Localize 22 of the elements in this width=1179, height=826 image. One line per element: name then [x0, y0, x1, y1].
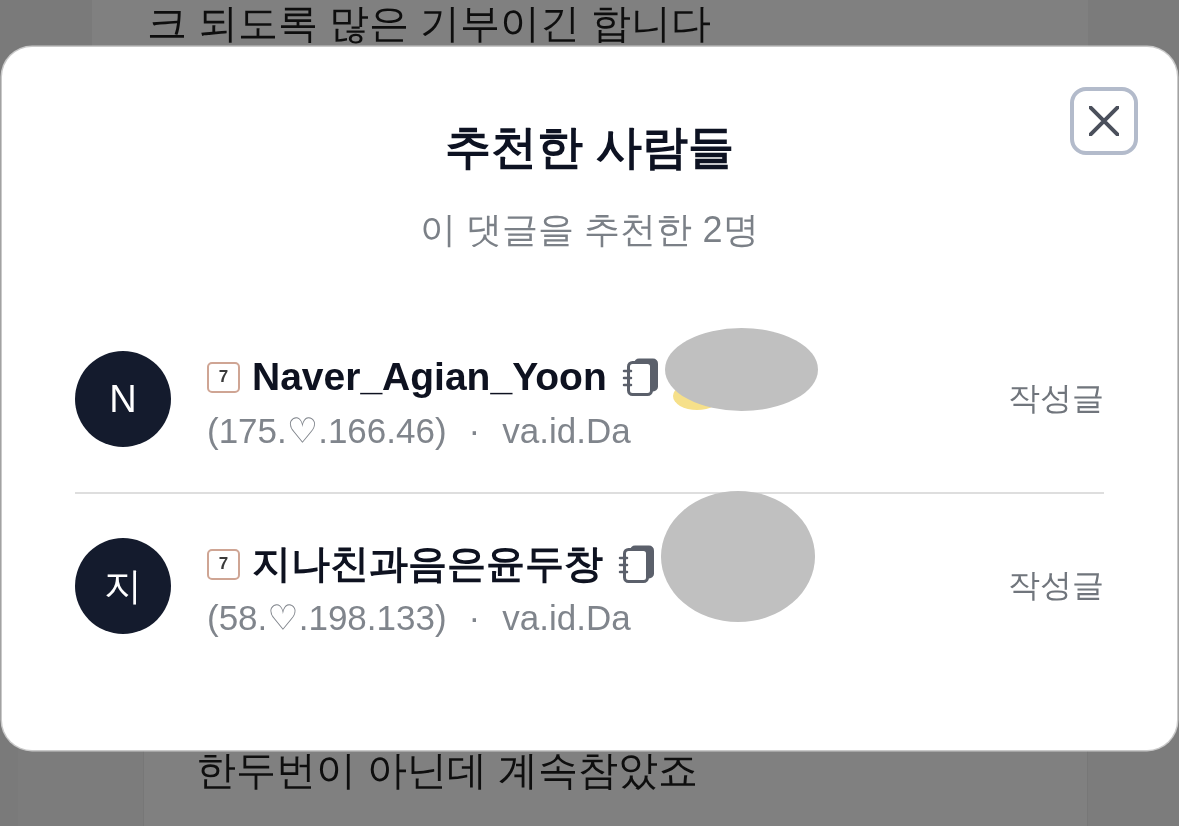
user-name: 지나친과음은윤두창: [252, 541, 603, 587]
rank-badge: 7: [207, 548, 240, 580]
dialog-title: 추천한 사람들: [445, 120, 734, 175]
user-name: Naver_Agian_Yoon: [252, 354, 607, 400]
source-text: va.id.Da: [502, 411, 631, 451]
posts-link[interactable]: 작성글: [1008, 377, 1104, 421]
meta-separator: ·: [468, 411, 481, 451]
meta-separator: ·: [468, 598, 481, 638]
posts-link[interactable]: 작성글: [1008, 564, 1104, 608]
rank-badge: 7: [207, 361, 240, 393]
close-button[interactable]: [1070, 87, 1138, 155]
ip-address: (58.♡.198.133): [207, 598, 447, 638]
ip-address: (175.♡.166.46): [207, 411, 447, 451]
user-avatar: 지: [75, 538, 171, 634]
post-text: 한두번이 아닌데 계속참았죠: [196, 747, 700, 793]
notebook-icon: [620, 357, 661, 397]
close-icon: [1089, 106, 1119, 136]
user-avatar: N: [75, 351, 171, 447]
dialog-subtitle: 이 댓글을 추천한 2명: [420, 208, 759, 252]
source-text: va.id.Da: [502, 598, 631, 638]
notebook-icon: [617, 544, 657, 584]
post-text: 크 되도록 많은 기부이긴 합니다: [147, 0, 713, 46]
